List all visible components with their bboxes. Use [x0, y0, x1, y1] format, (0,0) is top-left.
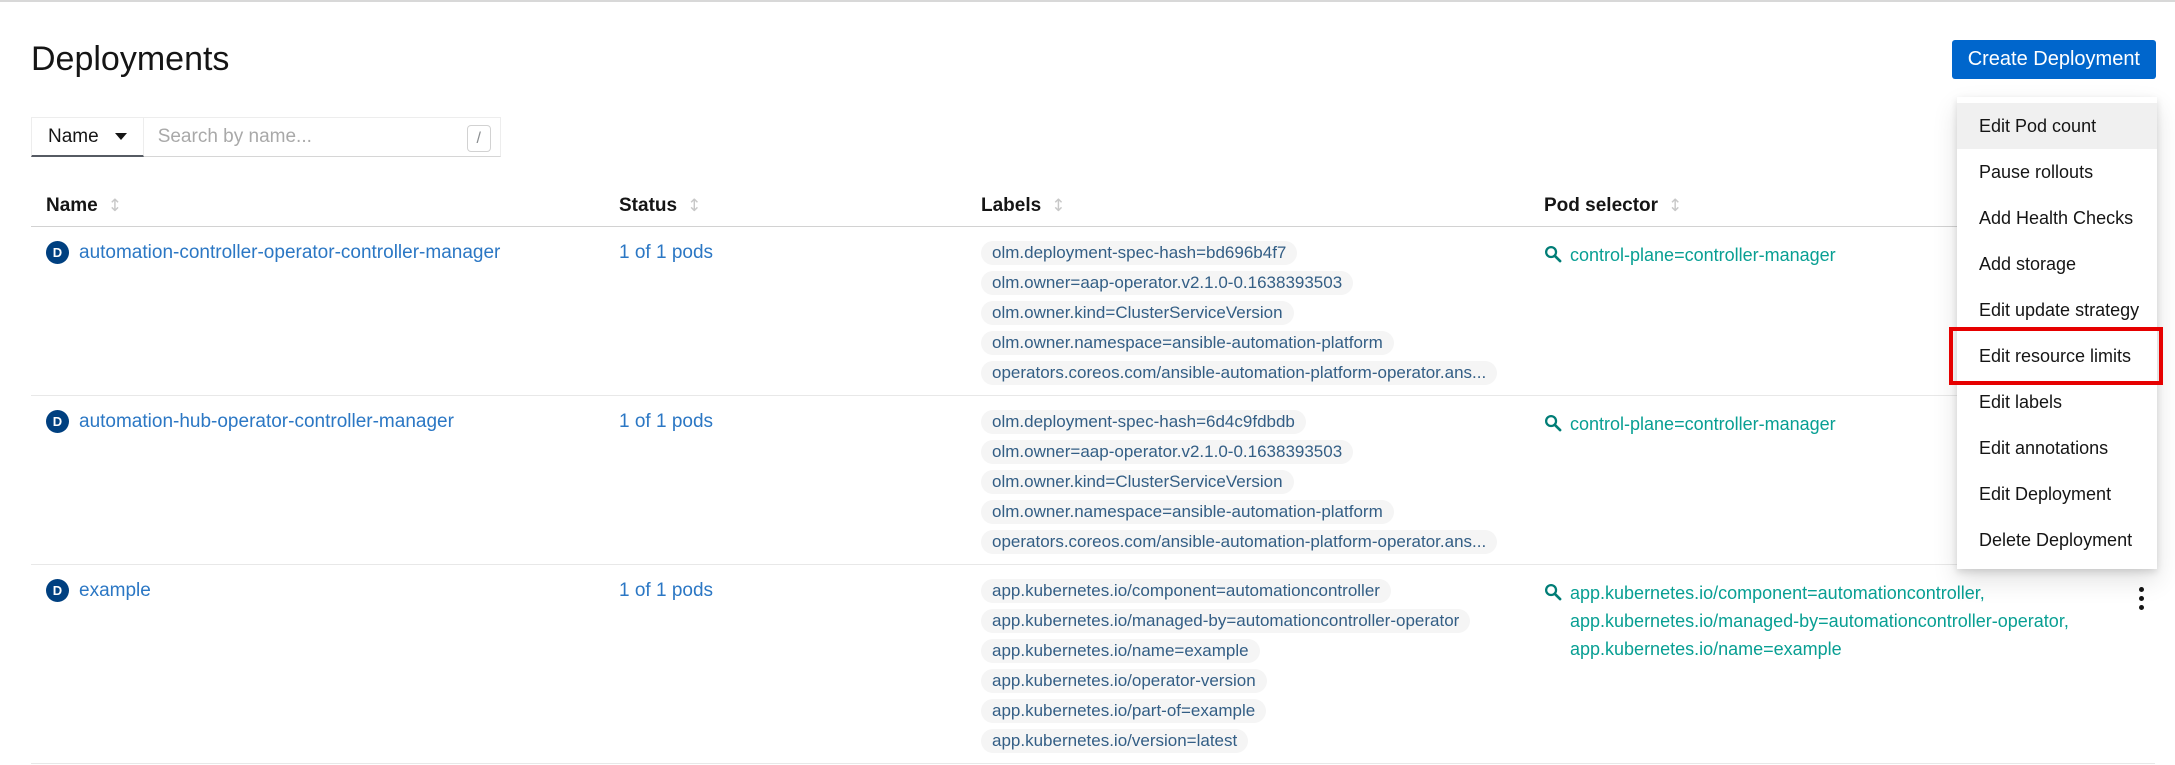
label-pill[interactable]: olm.owner=aap-operator.v2.1.0-0.16383935…	[981, 440, 1353, 464]
pod-selector-lines: control-plane=controller-manager	[1570, 410, 1836, 438]
menu-item-edit-annotations[interactable]: Edit annotations	[1957, 425, 2157, 471]
labels-cell: app.kubernetes.io/component=automationco…	[966, 565, 1529, 763]
label-pill[interactable]: olm.owner.namespace=ansible-automation-p…	[981, 500, 1394, 524]
search-icon	[1544, 245, 1562, 269]
filter-type-label: Name	[48, 126, 99, 148]
label-pill[interactable]: olm.deployment-spec-hash=bd696b4f7	[981, 241, 1297, 265]
search-icon	[1544, 583, 1562, 663]
create-deployment-button[interactable]: Create Deployment	[1952, 40, 2156, 79]
table-row: Dautomation-controller-operator-controll…	[31, 227, 2155, 396]
pods-status-link[interactable]: 1 of 1 pods	[619, 580, 713, 601]
search-icon	[1544, 245, 1562, 263]
label-pill[interactable]: app.kubernetes.io/managed-by=automationc…	[981, 609, 1470, 633]
labels-list: app.kubernetes.io/component=automationco…	[981, 579, 1529, 753]
menu-item-edit-resource-limits[interactable]: Edit resource limits	[1957, 333, 2157, 379]
labels-list: olm.deployment-spec-hash=6d4c9fdbdb olm.o…	[981, 410, 1529, 554]
deployment-name-link[interactable]: automation-hub-operator-controller-manag…	[79, 410, 454, 434]
chevron-down-icon	[115, 133, 127, 140]
menu-item-add-storage[interactable]: Add storage	[1957, 241, 2157, 287]
pod-selector-lines: control-plane=controller-manager	[1570, 241, 1836, 269]
pods-status-link[interactable]: 1 of 1 pods	[619, 411, 713, 432]
table-header-row: Name ↕ Status ↕ Labels ↕ Pod selector ↕	[31, 195, 2155, 227]
deployment-badge-icon: D	[46, 241, 69, 264]
column-header-label: Name	[46, 195, 98, 217]
pod-selector-link[interactable]: app.kubernetes.io/component=automationco…	[1570, 579, 2069, 607]
deployment-actions-menu: Edit Pod countPause rolloutsAdd Health C…	[1957, 97, 2157, 569]
filter-toolbar: Name /	[31, 117, 2175, 157]
label-pill[interactable]: operators.coreos.com/ansible-automation-…	[981, 530, 1497, 554]
search-input[interactable]	[144, 118, 500, 156]
masthead-divider	[0, 0, 2175, 2]
kebab-dot	[2139, 605, 2144, 610]
status-cell: 1 of 1 pods	[604, 565, 966, 763]
sort-icon: ↕	[108, 196, 122, 216]
column-header-labels[interactable]: Labels ↕	[966, 195, 1529, 217]
labels-cell: olm.deployment-spec-hash=6d4c9fdbdb olm.o…	[966, 396, 1529, 564]
table-body: Dautomation-controller-operator-controll…	[31, 227, 2155, 764]
label-pill[interactable]: app.kubernetes.io/name=example	[981, 639, 1260, 663]
row-actions-cell	[2090, 565, 2155, 763]
sort-icon: ↕	[1668, 196, 1682, 216]
pod-selector-link[interactable]: app.kubernetes.io/managed-by=automationc…	[1570, 607, 2069, 635]
label-pill[interactable]: olm.owner.namespace=ansible-automation-p…	[981, 331, 1394, 355]
pod-selector-cell: app.kubernetes.io/component=automationco…	[1529, 565, 2090, 763]
column-header-label: Status	[619, 195, 677, 217]
menu-item-edit-labels[interactable]: Edit labels	[1957, 379, 2157, 425]
menu-item-edit-deployment[interactable]: Edit Deployment	[1957, 471, 2157, 517]
name-cell: Dexample	[31, 565, 604, 763]
menu-item-pause-rollouts[interactable]: Pause rollouts	[1957, 149, 2157, 195]
label-pill[interactable]: olm.deployment-spec-hash=6d4c9fdbdb	[981, 410, 1306, 434]
slash-shortcut-badge: /	[467, 125, 491, 152]
search-icon	[1544, 583, 1562, 601]
column-header-name[interactable]: Name ↕	[31, 195, 604, 217]
sort-icon: ↕	[1051, 196, 1065, 216]
table-row: Dexample 1 of 1 pods app.kubernetes.io/com…	[31, 565, 2155, 764]
table-row: Dautomation-hub-operator-controller-mana…	[31, 396, 2155, 565]
menu-item-add-health-checks[interactable]: Add Health Checks	[1957, 195, 2157, 241]
deployment-badge-icon: D	[46, 579, 69, 602]
pod-selector-lines: app.kubernetes.io/component=automationco…	[1570, 579, 2069, 663]
menu-item-edit-update-strategy[interactable]: Edit update strategy	[1957, 287, 2157, 333]
menu-item-delete-deployment[interactable]: Delete Deployment	[1957, 517, 2157, 563]
pods-status-link[interactable]: 1 of 1 pods	[619, 242, 713, 263]
pod-selector-link[interactable]: app.kubernetes.io/name=example	[1570, 635, 2069, 663]
pod-selector: app.kubernetes.io/component=automationco…	[1544, 579, 2090, 663]
label-pill[interactable]: app.kubernetes.io/part-of=example	[981, 699, 1266, 723]
deployment-name-link[interactable]: automation-controller-operator-controlle…	[79, 241, 500, 265]
label-pill[interactable]: operators.coreos.com/ansible-automation-…	[981, 361, 1497, 385]
label-pill[interactable]: olm.owner.kind=ClusterServiceVersion	[981, 470, 1294, 494]
column-header-label: Labels	[981, 195, 1041, 217]
pod-selector-link[interactable]: control-plane=controller-manager	[1570, 410, 1836, 438]
search-box: /	[144, 117, 501, 157]
kebab-dot	[2139, 587, 2144, 592]
name-cell: Dautomation-controller-operator-controll…	[31, 227, 604, 395]
label-pill[interactable]: olm.owner=aap-operator.v2.1.0-0.16383935…	[981, 271, 1353, 295]
label-pill[interactable]: app.kubernetes.io/component=automationco…	[981, 579, 1391, 603]
deployments-table: Name ↕ Status ↕ Labels ↕ Pod selector ↕ Dautoma…	[31, 195, 2155, 764]
name-cell: Dautomation-hub-operator-controller-mana…	[31, 396, 604, 564]
deployment-name-link[interactable]: example	[79, 579, 151, 603]
labels-cell: olm.deployment-spec-hash=bd696b4f7 olm.ow…	[966, 227, 1529, 395]
label-pill[interactable]: olm.owner.kind=ClusterServiceVersion	[981, 301, 1294, 325]
pod-selector-link[interactable]: control-plane=controller-manager	[1570, 241, 1836, 269]
column-header-status[interactable]: Status ↕	[604, 195, 966, 217]
column-header-label: Pod selector	[1544, 195, 1658, 217]
search-icon	[1544, 414, 1562, 438]
kebab-dot	[2139, 596, 2144, 601]
page-title: Deployments	[31, 38, 2175, 80]
kebab-menu-button[interactable]	[2135, 583, 2148, 614]
deployment-badge-icon: D	[46, 410, 69, 433]
filter-type-dropdown[interactable]: Name	[31, 117, 144, 157]
menu-item-edit-pod-count[interactable]: Edit Pod count	[1957, 103, 2157, 149]
sort-icon: ↕	[687, 196, 701, 216]
status-cell: 1 of 1 pods	[604, 396, 966, 564]
label-pill[interactable]: app.kubernetes.io/operator-version	[981, 669, 1267, 693]
search-icon	[1544, 414, 1562, 432]
status-cell: 1 of 1 pods	[604, 227, 966, 395]
label-pill[interactable]: app.kubernetes.io/version=latest	[981, 729, 1248, 753]
labels-list: olm.deployment-spec-hash=bd696b4f7 olm.ow…	[981, 241, 1529, 385]
